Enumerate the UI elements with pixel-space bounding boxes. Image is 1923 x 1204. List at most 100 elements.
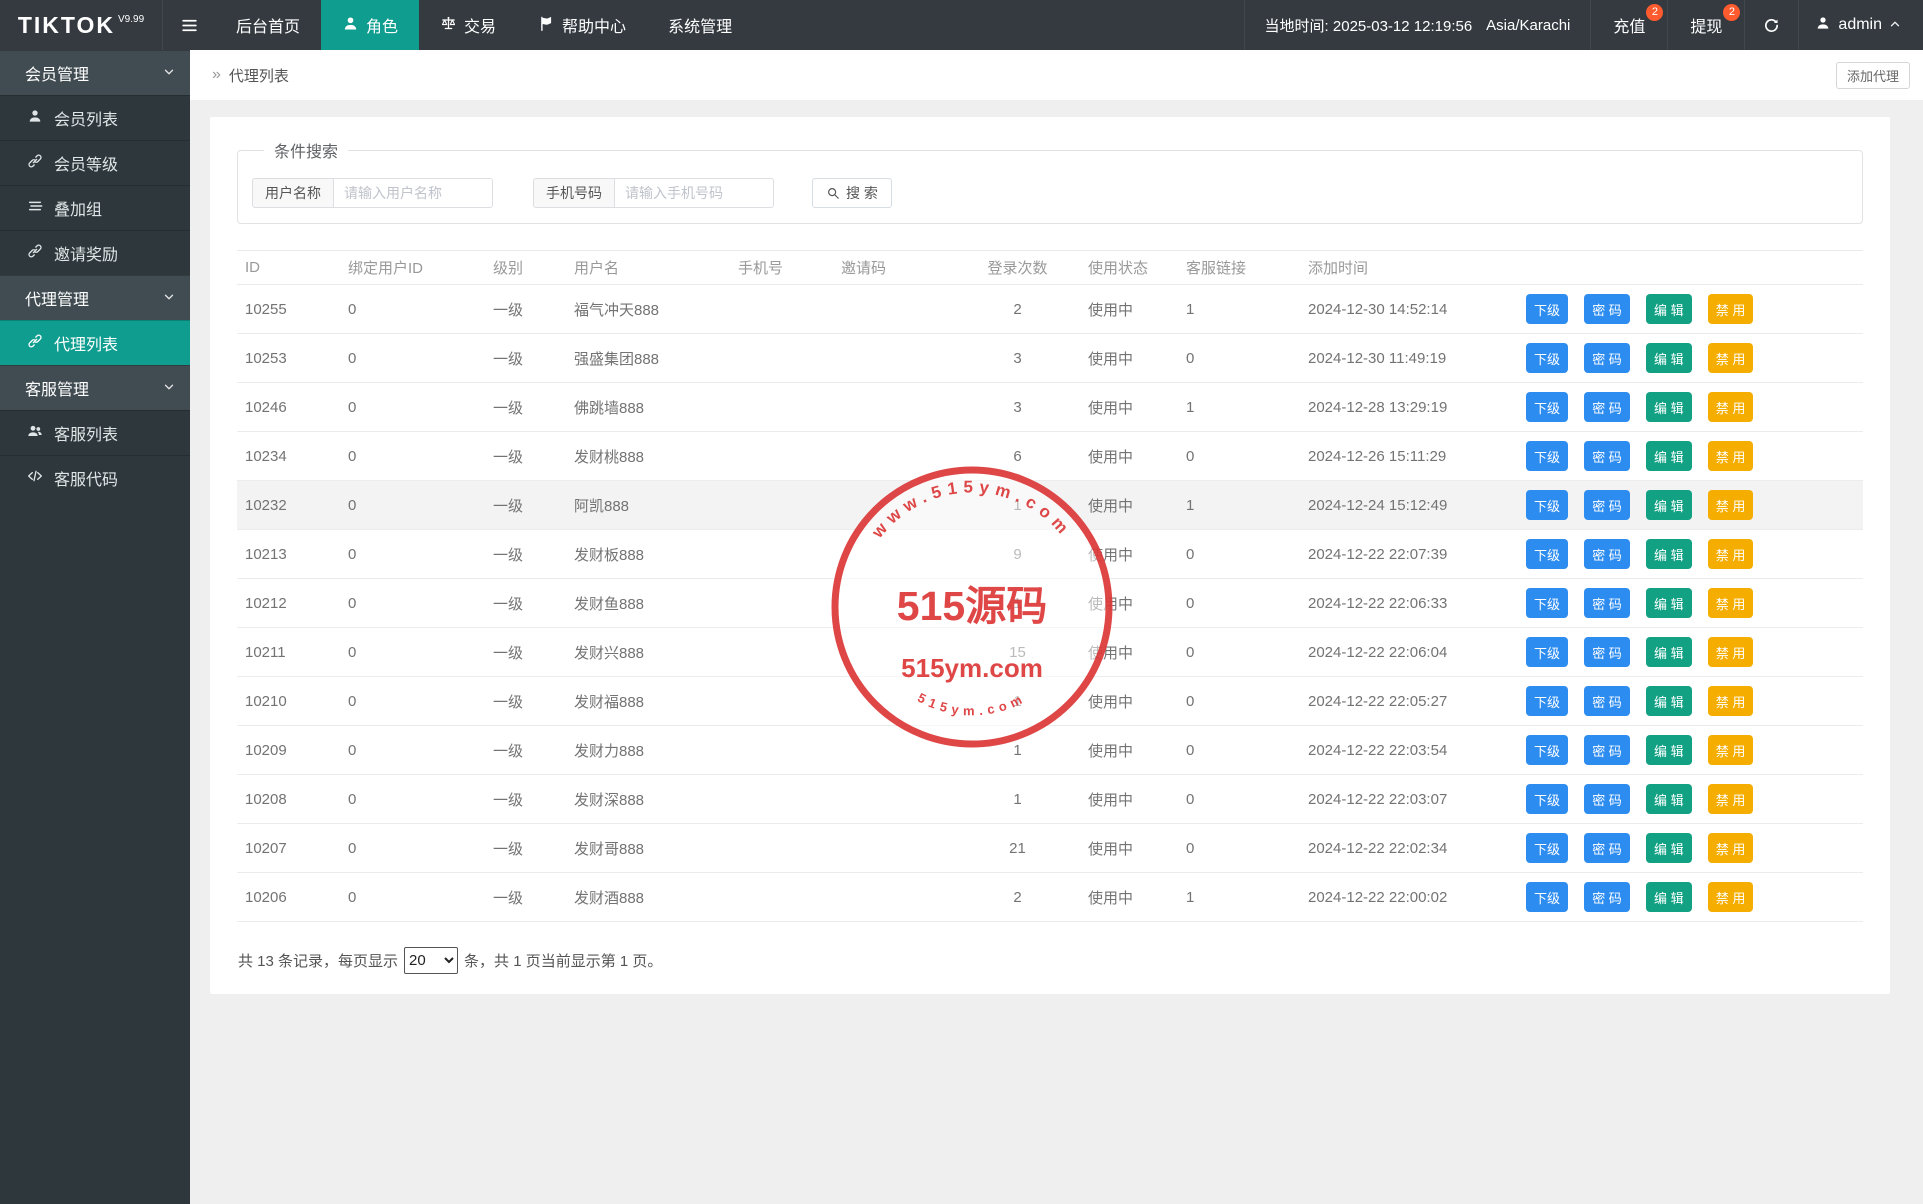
nav-item[interactable]: 交易 [419, 0, 517, 50]
password-button[interactable]: 密 码 [1584, 441, 1630, 471]
status-badge: 使用中 [1080, 284, 1178, 334]
cell-added-time: 2024-12-22 22:07:39 [1300, 529, 1518, 579]
column-header: 添加时间 [1300, 250, 1518, 285]
disable-button[interactable]: 禁 用 [1707, 833, 1754, 863]
username-input[interactable] [333, 178, 493, 208]
edit-button[interactable]: 编 辑 [1645, 490, 1692, 520]
table-row: 10208 0 一级 发财深888 1 使用中 0 2024-12-22 22:… [237, 774, 1863, 824]
cell-actions: 下级 密 码 编 辑 禁 用 [1518, 823, 1863, 873]
cell-id: 10246 [237, 382, 340, 432]
sub-agents-button[interactable]: 下级 [1526, 686, 1569, 716]
sub-agents-button[interactable]: 下级 [1526, 784, 1569, 814]
password-button[interactable]: 密 码 [1584, 637, 1630, 667]
edit-button[interactable]: 编 辑 [1645, 392, 1692, 422]
sidebar-item[interactable]: 邀请奖励 [0, 230, 190, 275]
disable-button[interactable]: 禁 用 [1707, 588, 1754, 618]
cell-phone [730, 823, 833, 873]
sidebar-item[interactable]: 客服代码 [0, 455, 190, 500]
phone-input[interactable] [614, 178, 774, 208]
sidebar-item[interactable]: 客服列表 [0, 410, 190, 455]
password-button[interactable]: 密 码 [1584, 294, 1630, 324]
logo-version: V9.99 [118, 13, 145, 25]
user-menu[interactable]: admin [1798, 0, 1923, 50]
cell-bind-user-id: 0 [340, 676, 485, 726]
edit-button[interactable]: 编 辑 [1645, 784, 1692, 814]
password-button[interactable]: 密 码 [1584, 343, 1630, 373]
password-button[interactable]: 密 码 [1584, 588, 1630, 618]
edit-button[interactable]: 编 辑 [1645, 735, 1692, 765]
disable-button[interactable]: 禁 用 [1707, 343, 1754, 373]
edit-button[interactable]: 编 辑 [1645, 539, 1692, 569]
edit-button[interactable]: 编 辑 [1645, 686, 1692, 716]
nav-item[interactable]: 系统管理 [647, 0, 753, 50]
nav-item[interactable]: 后台首页 [215, 0, 321, 50]
disable-button[interactable]: 禁 用 [1707, 686, 1754, 716]
sidebar-item[interactable]: 代理列表 [0, 320, 190, 365]
disable-button[interactable]: 禁 用 [1707, 294, 1754, 324]
edit-button[interactable]: 编 辑 [1645, 441, 1692, 471]
sub-agents-button[interactable]: 下级 [1526, 637, 1569, 667]
sub-agents-button[interactable]: 下级 [1526, 441, 1569, 471]
sub-agents-button[interactable]: 下级 [1526, 833, 1569, 863]
cell-added-time: 2024-12-30 11:49:19 [1300, 333, 1518, 383]
nav-item[interactable]: 帮助中心 [517, 0, 647, 50]
withdraw-button[interactable]: 提现 2 [1667, 0, 1744, 50]
password-button[interactable]: 密 码 [1584, 784, 1630, 814]
sub-agents-button[interactable]: 下级 [1526, 490, 1569, 520]
password-button[interactable]: 密 码 [1584, 392, 1630, 422]
sub-agents-button[interactable]: 下级 [1526, 588, 1569, 618]
edit-button[interactable]: 编 辑 [1645, 833, 1692, 863]
password-button[interactable]: 密 码 [1584, 735, 1630, 765]
table-row: 10212 0 一级 发财鱼888 1 使用中 0 2024-12-22 22:… [237, 578, 1863, 628]
disable-button[interactable]: 禁 用 [1707, 392, 1754, 422]
sub-agents-button[interactable]: 下级 [1526, 343, 1569, 373]
sidebar-group-header[interactable]: 代理管理 [0, 275, 190, 320]
column-header: 手机号 [730, 250, 833, 285]
sidebar-item[interactable]: 会员列表 [0, 95, 190, 140]
sub-agents-button[interactable]: 下级 [1526, 539, 1569, 569]
cell-cs-link: 0 [1178, 823, 1300, 873]
password-button[interactable]: 密 码 [1584, 539, 1630, 569]
cell-username: 发财兴888 [566, 627, 730, 677]
sub-agents-button[interactable]: 下级 [1526, 882, 1569, 912]
page-size-select[interactable]: 20 [404, 947, 459, 974]
cell-actions: 下级 密 码 编 辑 禁 用 [1518, 578, 1863, 628]
edit-button[interactable]: 编 辑 [1645, 882, 1692, 912]
search-button[interactable]: 搜 索 [812, 178, 892, 208]
phone-field-group: 手机号码 [533, 178, 774, 208]
disable-button[interactable]: 禁 用 [1707, 882, 1754, 912]
password-button[interactable]: 密 码 [1584, 490, 1630, 520]
edit-button[interactable]: 编 辑 [1645, 637, 1692, 667]
sidebar-group-header[interactable]: 客服管理 [0, 365, 190, 410]
disable-button[interactable]: 禁 用 [1707, 637, 1754, 667]
menu-toggle-icon[interactable] [163, 0, 215, 50]
password-button[interactable]: 密 码 [1584, 882, 1630, 912]
refresh-icon[interactable] [1744, 0, 1798, 50]
sidebar-item[interactable]: 叠加组 [0, 185, 190, 230]
disable-button[interactable]: 禁 用 [1707, 784, 1754, 814]
sub-agents-button[interactable]: 下级 [1526, 392, 1569, 422]
edit-button[interactable]: 编 辑 [1645, 294, 1692, 324]
cell-invite-code [833, 725, 955, 775]
disable-button[interactable]: 禁 用 [1707, 490, 1754, 520]
sidebar-group-header[interactable]: 会员管理 [0, 50, 190, 95]
recharge-button[interactable]: 充值 2 [1590, 0, 1667, 50]
nav-item[interactable]: 角色 [321, 0, 420, 50]
sub-agents-button[interactable]: 下级 [1526, 294, 1569, 324]
disable-button[interactable]: 禁 用 [1707, 539, 1754, 569]
edit-button[interactable]: 编 辑 [1645, 343, 1692, 373]
table-row: 10246 0 一级 佛跳墙888 3 使用中 1 2024-12-28 13:… [237, 382, 1863, 432]
table-row: 10255 0 一级 福气冲天888 2 使用中 1 2024-12-30 14… [237, 284, 1863, 334]
disable-button[interactable]: 禁 用 [1707, 441, 1754, 471]
edit-button[interactable]: 编 辑 [1645, 588, 1692, 618]
add-agent-button[interactable]: 添加代理 [1835, 62, 1910, 89]
sub-agents-button[interactable]: 下级 [1526, 735, 1569, 765]
cell-added-time: 2024-12-22 22:00:02 [1300, 872, 1518, 922]
sidebar-item[interactable]: 会员等级 [0, 140, 190, 185]
disable-button[interactable]: 禁 用 [1707, 735, 1754, 765]
cell-login-count: 1 [955, 725, 1080, 775]
password-button[interactable]: 密 码 [1584, 686, 1630, 716]
password-button[interactable]: 密 码 [1584, 833, 1630, 863]
column-header: 用户名 [566, 250, 730, 285]
cell-added-time: 2024-12-22 22:05:27 [1300, 676, 1518, 726]
